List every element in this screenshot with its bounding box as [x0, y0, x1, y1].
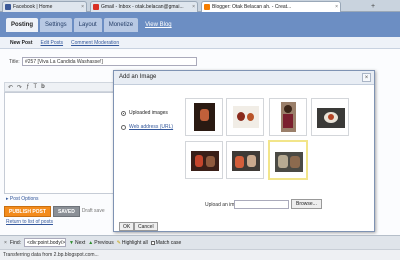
tab-settings[interactable]: Settings [40, 18, 72, 32]
find-next-label: Next [75, 239, 86, 246]
gmail-icon [93, 4, 99, 10]
publish-bar: PUBLISH POST SAVED Draft save [4, 205, 119, 217]
title-label: Title: [9, 59, 20, 65]
font-icon[interactable]: ƒ [26, 84, 29, 90]
image-thumbnail[interactable] [226, 98, 264, 136]
tab-title: Facebook | Home [13, 4, 53, 10]
subnav-edit-posts[interactable]: Edit Posts [41, 40, 64, 46]
subnav-comment-moderation[interactable]: Comment Moderation [71, 40, 119, 46]
photo [232, 151, 260, 171]
browser-tab-facebook[interactable]: Facebook | Home × [2, 1, 87, 12]
image-thumbnail[interactable] [185, 141, 223, 179]
dialog-title: Add an Image [119, 74, 157, 80]
highlight-icon: ✎ [116, 239, 121, 246]
find-bar: × Find: <div:point.body/> ▼ Next ▲ Previ… [0, 235, 400, 249]
redo-icon[interactable]: ↷ [17, 84, 22, 91]
radio-uploaded-images[interactable]: Uploaded images [121, 110, 168, 116]
radio-button[interactable] [121, 124, 126, 130]
tab-layout[interactable]: Layout [73, 18, 102, 32]
arrow-down-icon: ▼ [69, 239, 74, 246]
view-blog-link[interactable]: View Blog [140, 18, 177, 32]
highlight-all-label: Highlight all [121, 239, 148, 246]
bold-icon[interactable]: b [41, 84, 45, 90]
photo [275, 152, 303, 172]
title-input[interactable]: #257 [Viva La Candida Washasse!] [22, 57, 197, 66]
close-icon[interactable]: × [192, 4, 195, 10]
blogger-nav-tabs: Posting Settings Layout Monetize View Bl… [6, 18, 177, 32]
post-body-editor[interactable] [4, 92, 119, 194]
ok-button[interactable]: OK [119, 222, 135, 231]
tab-posting[interactable]: Posting [6, 18, 38, 32]
checkbox[interactable] [150, 240, 155, 245]
tab-title: Blogger: Otak Belacan ah. - Creat... [212, 4, 292, 10]
find-label: Find: [9, 239, 22, 246]
photo [233, 106, 259, 128]
browser-tab-blogger[interactable]: Blogger: Otak Belacan ah. - Creat... × [201, 1, 341, 12]
image-thumbnail[interactable] [185, 98, 223, 136]
find-previous-button[interactable]: ▲ Previous [88, 240, 113, 246]
photo [317, 108, 345, 128]
browse-button[interactable]: Browse... [291, 199, 322, 209]
facebook-icon [5, 4, 11, 10]
subnav-new-post[interactable]: New Post [10, 40, 33, 46]
match-case-label: Match case [155, 239, 182, 246]
radio-label: Web address (URL) [129, 124, 174, 130]
browser-tab-strip: Facebook | Home × Gmail - Inbox - otak.b… [0, 0, 400, 12]
radio-button[interactable] [121, 110, 126, 116]
find-next-button[interactable]: ▼ Next [69, 240, 85, 246]
tab-title: Gmail - Inbox - otak.belacan@gmai... [101, 4, 184, 10]
close-icon[interactable]: × [335, 4, 338, 10]
find-input[interactable]: <div:point.body/> [24, 238, 67, 247]
blogger-header: Posting Settings Layout Monetize View Bl… [0, 12, 400, 37]
match-case-checkbox[interactable]: Match case [150, 239, 182, 246]
find-previous-label: Previous [94, 239, 114, 246]
close-icon[interactable]: × [4, 240, 7, 246]
radio-label: Uploaded images [129, 110, 168, 116]
saved-button[interactable]: SAVED [52, 205, 80, 217]
status-bar: Transferring data from 2.bp.blogspot.com… [0, 249, 400, 260]
post-options-link[interactable]: ▸ Post Options [6, 196, 39, 202]
highlight-all-button[interactable]: ✎ Highlight all [117, 240, 148, 246]
dialog-header: Add an Image × [114, 71, 374, 85]
close-icon[interactable]: × [81, 4, 84, 10]
photo [194, 103, 215, 131]
new-tab-button[interactable]: + [368, 2, 378, 11]
draft-status: Draft save [81, 208, 105, 214]
undo-icon[interactable]: ↶ [8, 84, 13, 91]
editor-toolbar: ↶ ↷ ƒ T b [4, 82, 119, 92]
image-thumbnail[interactable] [311, 98, 349, 136]
posting-subnav: New Post Edit Posts Comment Moderation [0, 37, 400, 49]
photo [191, 151, 219, 171]
browser-tab-gmail[interactable]: Gmail - Inbox - otak.belacan@gmai... × [90, 1, 198, 12]
tab-monetize[interactable]: Monetize [103, 18, 139, 32]
cancel-button[interactable]: Cancel [134, 222, 158, 231]
text-size-icon[interactable]: T [33, 84, 37, 90]
radio-web-address[interactable]: Web address (URL) [121, 124, 173, 130]
upload-file-input[interactable] [234, 200, 289, 209]
image-thumbnail[interactable] [269, 98, 307, 136]
blogger-icon [204, 4, 210, 10]
add-image-dialog: Add an Image × Uploaded images Web addre… [113, 70, 375, 232]
close-icon[interactable]: × [362, 73, 371, 82]
image-thumbnail-selected[interactable] [268, 140, 308, 180]
photo [281, 102, 296, 132]
image-thumbnail[interactable] [226, 141, 264, 179]
arrow-up-icon: ▲ [88, 239, 94, 246]
publish-post-button[interactable]: PUBLISH POST [4, 205, 51, 217]
return-to-posts-link[interactable]: Return to list of posts [6, 219, 53, 225]
